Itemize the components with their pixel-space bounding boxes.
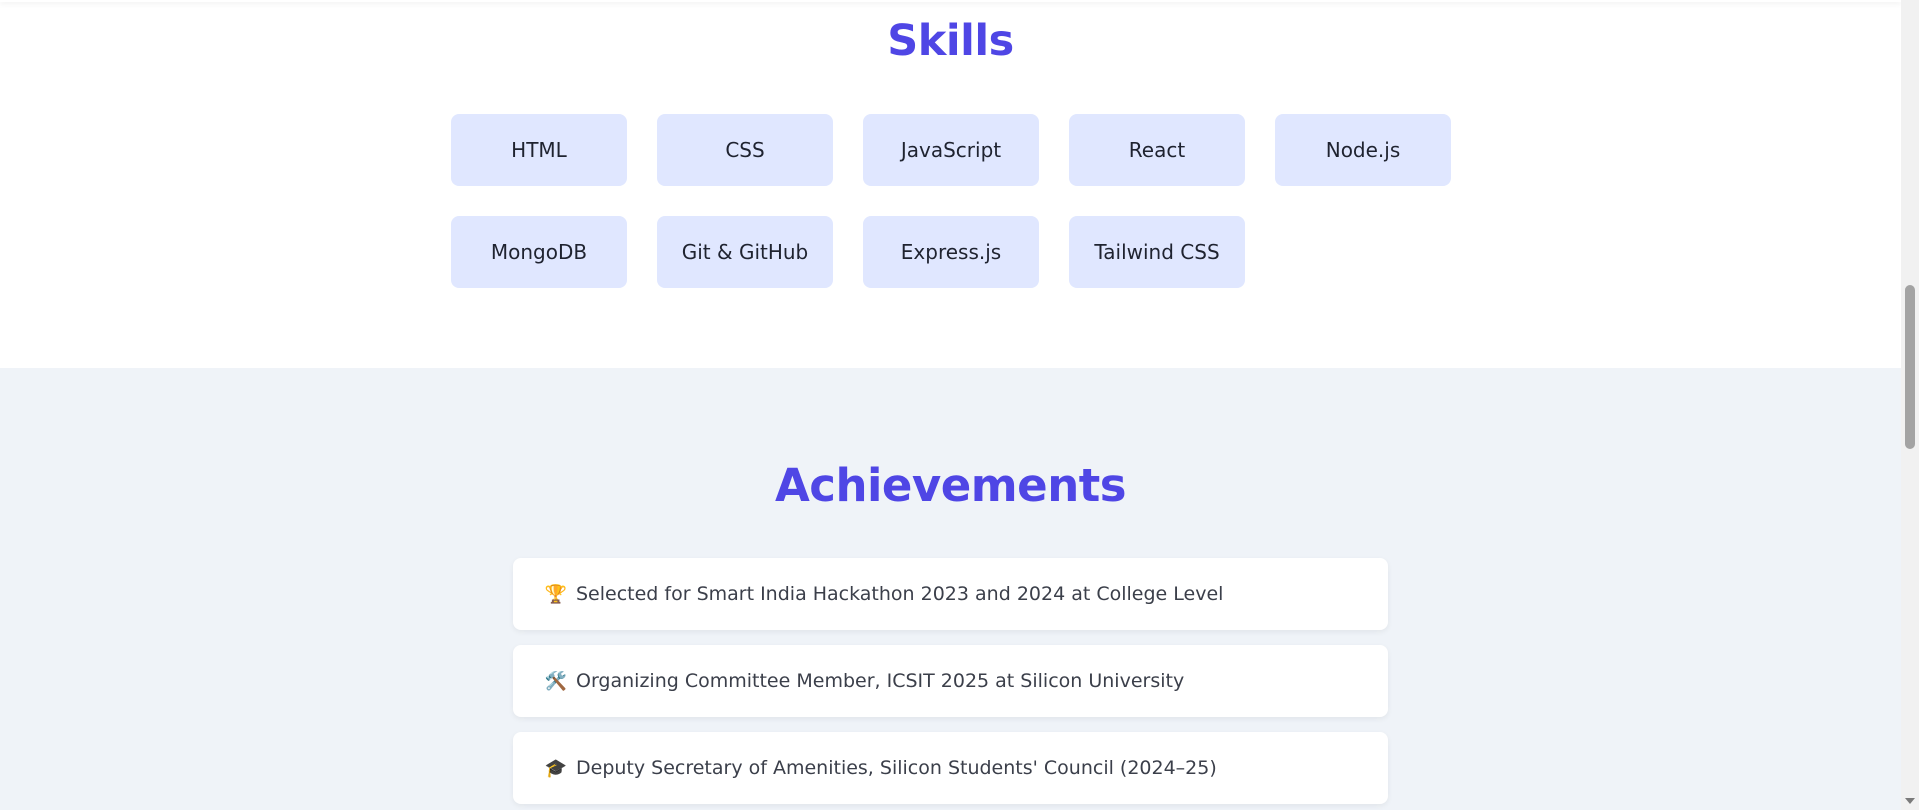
tools-icon: 🛠️ (544, 670, 568, 692)
scroll-down-arrow-icon[interactable] (1905, 798, 1915, 804)
achievement-item: 🎓 Deputy Secretary of Amenities, Silicon… (513, 732, 1388, 804)
skill-card: Git & GitHub (657, 216, 833, 288)
skill-card: Tailwind CSS (1069, 216, 1245, 288)
page: Skills HTML CSS JavaScript React Node.js… (0, 0, 1919, 810)
achievement-text: Organizing Committee Member, ICSIT 2025 … (576, 670, 1185, 692)
trophy-icon: 🏆 (544, 583, 568, 605)
achievement-text: Deputy Secretary of Amenities, Silicon S… (576, 757, 1217, 779)
scrollbar-thumb[interactable] (1905, 285, 1915, 449)
vertical-scrollbar[interactable] (1901, 0, 1919, 810)
achievements-title: Achievements (774, 459, 1127, 512)
skill-card: MongoDB (451, 216, 627, 288)
achievements-list: 🏆 Selected for Smart India Hackathon 202… (513, 558, 1388, 810)
skill-card: JavaScript (863, 114, 1039, 186)
skill-card: React (1069, 114, 1245, 186)
achievement-text: Selected for Smart India Hackathon 2023 … (576, 583, 1224, 605)
skill-card: CSS (657, 114, 833, 186)
graduation-cap-icon: 🎓 (544, 757, 568, 779)
achievements-section: Achievements 🏆 Selected for Smart India … (0, 368, 1901, 810)
achievement-item: 🛠️ Organizing Committee Member, ICSIT 20… (513, 645, 1388, 717)
skills-title: Skills (887, 16, 1014, 66)
skill-card: Express.js (863, 216, 1039, 288)
skill-card: Node.js (1275, 114, 1451, 186)
header-edge (0, 0, 1901, 2)
skills-section: Skills HTML CSS JavaScript React Node.js… (0, 0, 1901, 368)
achievement-item: 🏆 Selected for Smart India Hackathon 202… (513, 558, 1388, 630)
skill-card: HTML (451, 114, 627, 186)
skills-grid: HTML CSS JavaScript React Node.js MongoD… (451, 114, 1461, 288)
